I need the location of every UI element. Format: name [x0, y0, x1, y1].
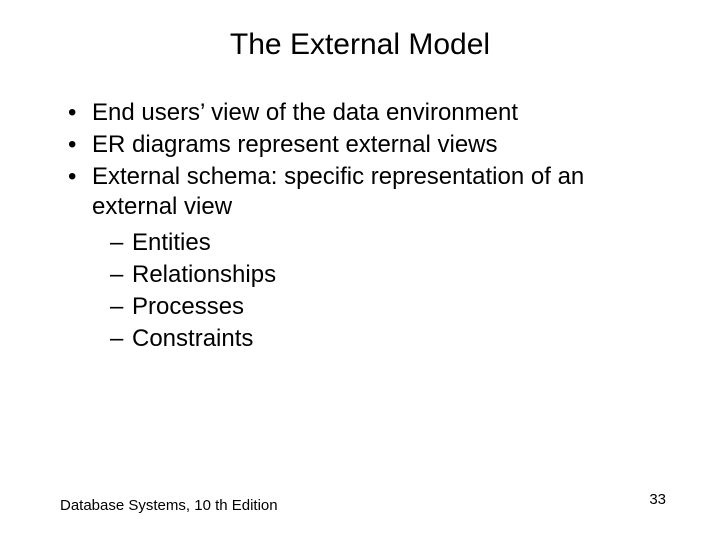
- slide-title: The External Model: [0, 0, 720, 62]
- slide: The External Model End users’ view of th…: [0, 0, 720, 540]
- sub-bullet-list: Entities Relationships Processes Constra…: [92, 228, 660, 354]
- page-number: 33: [649, 491, 666, 508]
- sub-bullet-item: Entities: [110, 228, 660, 258]
- bullet-text: External schema: specific representation…: [92, 163, 584, 220]
- slide-body: End users’ view of the data environment …: [0, 62, 720, 354]
- bullet-list: End users’ view of the data environment …: [68, 98, 660, 354]
- sub-bullet-item: Constraints: [110, 324, 660, 354]
- sub-bullet-item: Relationships: [110, 260, 660, 290]
- sub-bullet-item: Processes: [110, 292, 660, 322]
- bullet-item: ER diagrams represent external views: [68, 130, 660, 160]
- bullet-item: End users’ view of the data environment: [68, 98, 660, 128]
- footer-source: Database Systems, 10 th Edition: [60, 497, 278, 514]
- bullet-item: External schema: specific representation…: [68, 162, 660, 354]
